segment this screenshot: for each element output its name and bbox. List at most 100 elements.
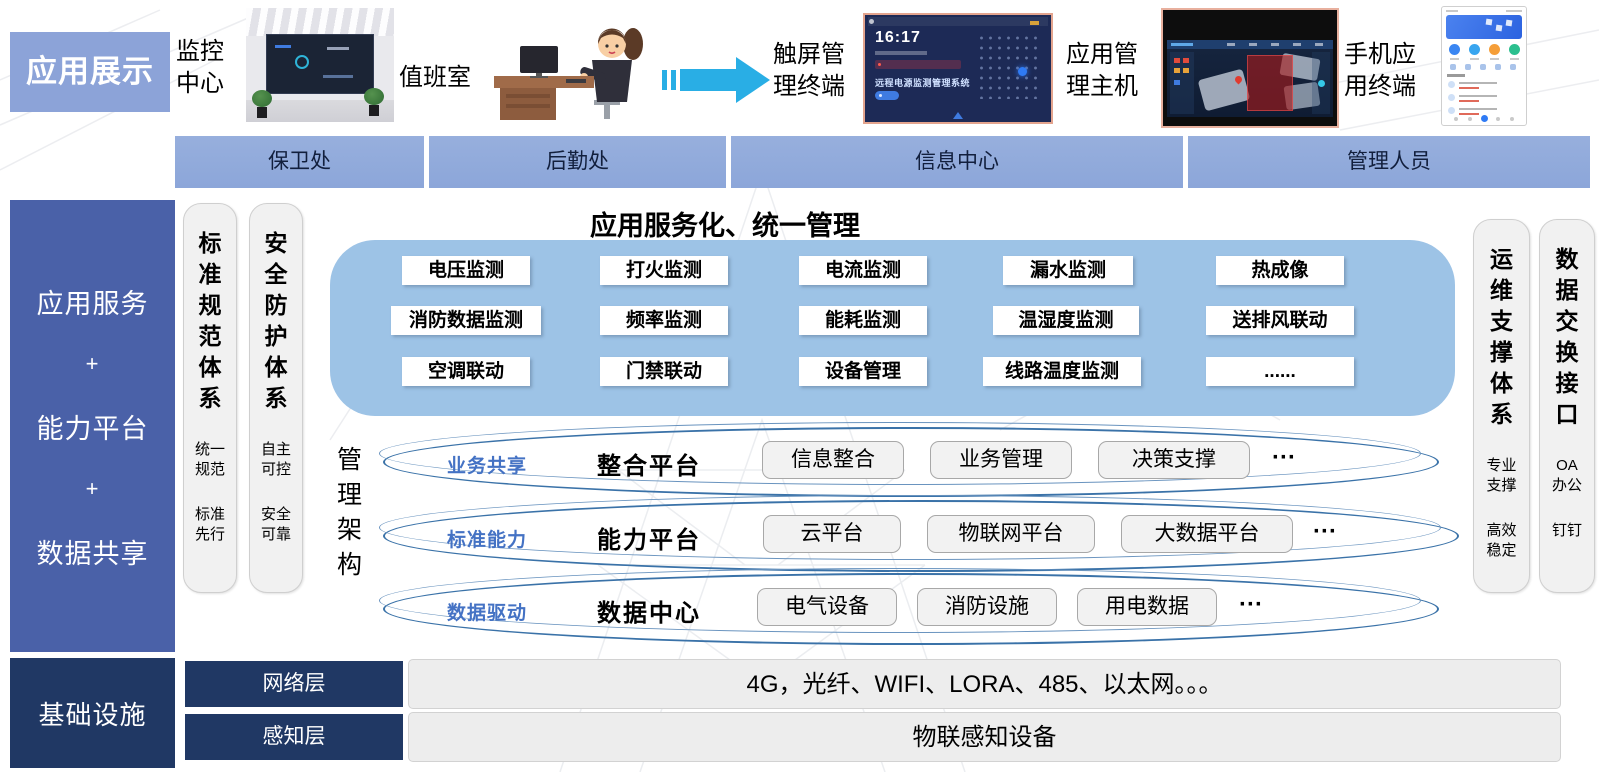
touch-alert-bar xyxy=(875,60,961,69)
app-caption xyxy=(1490,58,1499,60)
network-layer-content: 4G，光纤、WIFI、LORA、485、以太网。。。 xyxy=(408,659,1561,709)
list-item-alert-text xyxy=(1459,87,1479,89)
arrow-tail-bar xyxy=(662,70,667,90)
mini-icon xyxy=(1510,64,1516,70)
platform-item-button: 业务管理 xyxy=(930,441,1072,479)
label-duty-room: 值班室 xyxy=(399,62,471,94)
monitoring-center-photo xyxy=(246,8,394,122)
app-management-host-screenshot xyxy=(1161,8,1339,128)
pillar-item: 安全 可靠 xyxy=(261,505,291,544)
label-monitoring-center: 监控 中心 xyxy=(176,36,224,101)
pillar-item: 钉钉 xyxy=(1552,521,1582,541)
touch-logo-icon xyxy=(869,19,874,24)
host-left-panel xyxy=(1170,52,1194,114)
app-caption xyxy=(1450,58,1459,60)
platform-item-button: 消防设施 xyxy=(917,588,1057,626)
perception-layer-content: 物联感知设备 xyxy=(408,712,1561,762)
service-button: 送排风联动 xyxy=(1206,306,1354,335)
touch-clock: 16:17 xyxy=(875,29,921,47)
status-dot-red xyxy=(1174,58,1180,63)
app-display-label: 应用展示 xyxy=(10,32,170,112)
sidebar-line: 数据共享 xyxy=(37,532,149,571)
section-label-dash xyxy=(1447,74,1465,77)
mini-icon xyxy=(1450,64,1456,70)
platform-tag: 数据驱动 xyxy=(447,598,527,625)
label-mobile-app-terminal: 手机应 用终端 xyxy=(1344,39,1416,104)
mini-icon xyxy=(1480,64,1486,70)
pillar-ops-support: 运维支撑体系 专业 支撑 高效 稳定 xyxy=(1473,219,1530,593)
service-button: 电流监测 xyxy=(799,256,927,285)
list-item-text xyxy=(1459,82,1497,84)
platform-ellipse-capability xyxy=(383,500,1459,572)
duty-room-drawing xyxy=(486,10,658,122)
list-item-text xyxy=(1459,108,1497,110)
service-button: 线路温度监测 xyxy=(983,357,1141,386)
dept-bar-logistics: 后勤处 xyxy=(429,136,726,188)
pillar-item: 统一 规范 xyxy=(195,440,225,479)
touch-calendar-today-dot xyxy=(1018,67,1027,76)
sidebar-line: 应用服务 xyxy=(37,282,149,321)
mobile-app-screenshot xyxy=(1441,6,1527,126)
touch-calendar-grid xyxy=(977,33,1041,99)
list-item-alert-text xyxy=(1459,100,1479,102)
pillar-item: 专业 支撑 xyxy=(1486,456,1516,495)
touch-up-triangle-icon xyxy=(953,112,963,119)
service-button: 频率监测 xyxy=(600,306,728,335)
architecture-diagram: 应用展示 监控 中心 值班室 xyxy=(0,0,1599,772)
service-button: ...... xyxy=(1206,357,1354,386)
service-button: 电压监测 xyxy=(402,256,530,285)
platform-item-button: 大数据平台 xyxy=(1121,515,1293,553)
pillar-data-exchange: 数据交换接口 OA 办公 钉钉 xyxy=(1539,219,1595,593)
dashboard-bar xyxy=(323,75,353,78)
phone-banner xyxy=(1446,15,1522,39)
list-item-text xyxy=(1459,95,1497,97)
platform-tag: 标准能力 xyxy=(447,525,527,552)
room-ceiling xyxy=(246,8,394,36)
touchscreen-terminal-screenshot: 16:17 远程电源监测管理系统 xyxy=(863,13,1053,124)
sidebar-service-platform-data: 应用服务 + 能力平台 + 数据共享 xyxy=(10,200,175,652)
touch-system-name: 远程电源监测管理系统 xyxy=(875,76,970,89)
status-dot-blue xyxy=(1174,80,1180,85)
pillar-security-protection: 安全防护体系 自主 可控 安全 可靠 xyxy=(249,203,303,593)
alert-panel xyxy=(1247,55,1293,111)
management-architecture-label: 管理架构 xyxy=(336,443,363,583)
pillar-standards: 标准规范体系 统一 规范 标准 先行 xyxy=(183,203,237,593)
sidebar-line: 能力平台 xyxy=(37,407,149,446)
more-dots: ··· xyxy=(1239,591,1263,619)
mini-icon xyxy=(1495,64,1501,70)
arrow-tail-bar xyxy=(671,70,676,90)
service-button: 设备管理 xyxy=(799,357,927,386)
infrastructure-label: 基础设施 xyxy=(10,658,175,768)
flow-arrow-icon xyxy=(662,57,770,103)
platform-tag: 业务共享 xyxy=(447,451,527,478)
list-item-icon xyxy=(1448,81,1455,88)
service-button: 空调联动 xyxy=(402,357,530,386)
app-icon xyxy=(1449,44,1460,55)
pillar-title: 运维支撑体系 xyxy=(1488,244,1515,430)
pillar-title: 标准规范体系 xyxy=(197,228,224,414)
platform-name: 数据中心 xyxy=(597,593,701,628)
dept-bar-security: 保卫处 xyxy=(175,136,424,188)
mini-icon xyxy=(1465,64,1471,70)
dept-bar-info-center: 信息中心 xyxy=(731,136,1183,188)
phone-status-left xyxy=(1446,10,1458,12)
pillar-item: OA 办公 xyxy=(1552,456,1582,495)
service-button: 漏水监测 xyxy=(1003,256,1133,285)
platform-name: 整合平台 xyxy=(597,446,701,481)
nav-dot xyxy=(1468,117,1472,121)
arrow-head xyxy=(736,57,770,103)
platform-name: 能力平台 xyxy=(597,520,701,555)
service-button: 温湿度监测 xyxy=(993,306,1139,335)
perception-layer-label: 感知层 xyxy=(185,714,403,760)
label-app-management-host: 应用管 理主机 xyxy=(1066,39,1138,104)
service-button: 能耗监测 xyxy=(799,306,927,335)
plant-icon xyxy=(364,88,384,116)
touch-header-bar xyxy=(868,17,1048,26)
list-item-alert-text xyxy=(1459,113,1479,115)
host-screen xyxy=(1167,40,1333,117)
list-item-icon xyxy=(1448,94,1455,101)
platform-item-button: 用电数据 xyxy=(1077,588,1217,626)
dashboard-bar xyxy=(275,45,291,48)
dashboard-ring-icon xyxy=(295,55,309,69)
service-button: 打火监测 xyxy=(600,256,728,285)
